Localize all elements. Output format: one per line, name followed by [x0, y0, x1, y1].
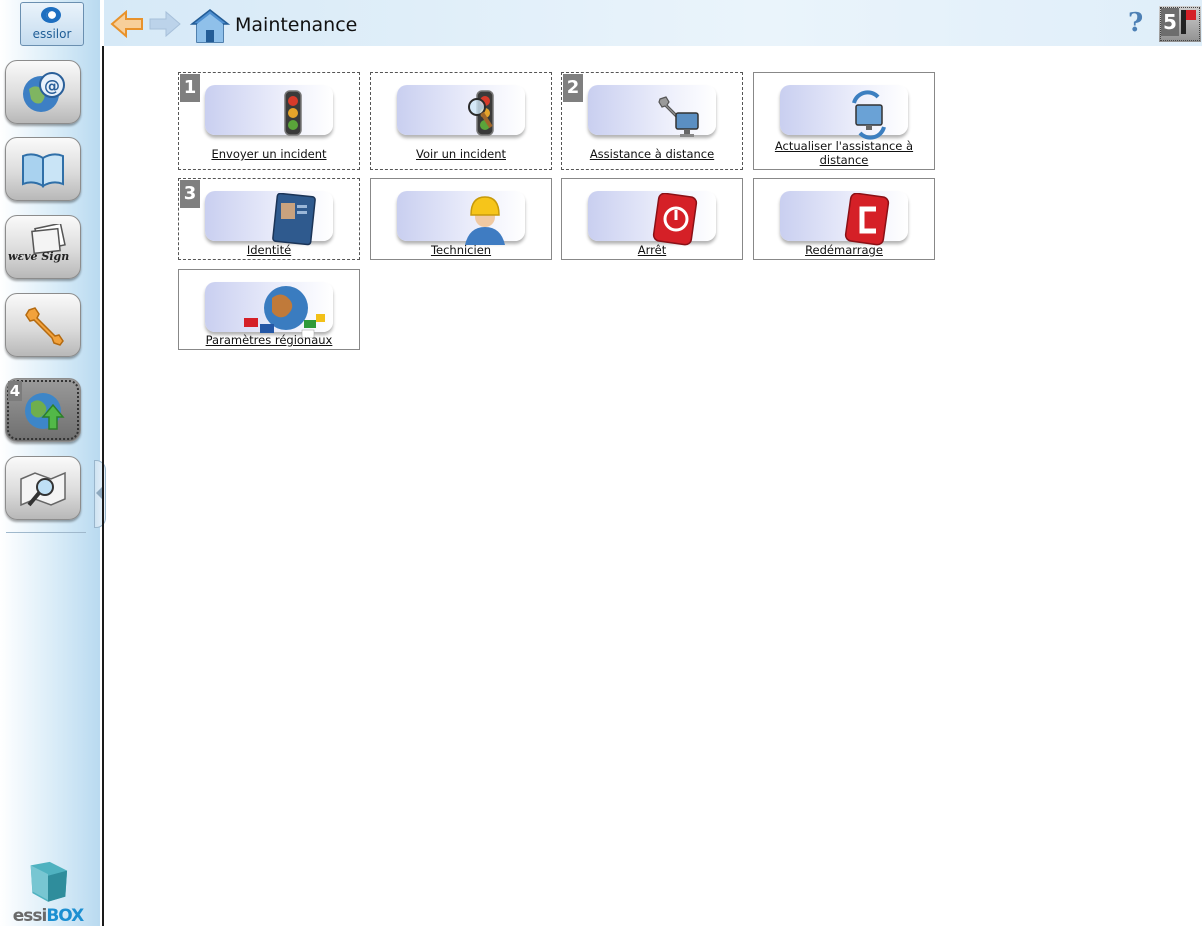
page-title: Maintenance [235, 14, 358, 36]
notification-count-badge: 5 [1161, 8, 1179, 36]
tile-technicien[interactable]: Technicien [370, 178, 552, 260]
essibox-logo: essiBOX [8, 858, 88, 926]
logo-text: essilor [32, 27, 72, 41]
tile-parametres-regionaux[interactable]: Paramètres régionaux [178, 269, 360, 350]
svg-text:@: @ [44, 76, 60, 95]
tile-badge: 2 [563, 74, 583, 102]
tile-actualiser-assistance[interactable]: Actualiser l'assistance à distance [753, 72, 935, 170]
tile-label: Redémarrage [805, 243, 883, 257]
tile-label: Arrêt [637, 243, 667, 257]
traffic-light-magnifier-icon [468, 90, 494, 136]
globe-flags-icon [244, 286, 325, 338]
sidebar-border [102, 46, 104, 926]
tile-arret[interactable]: Arrêt [561, 178, 743, 260]
restart-icon [844, 193, 890, 246]
tile-plate [205, 191, 333, 246]
tile-label: Assistance à distance [589, 147, 715, 161]
tile-plate [588, 85, 716, 137]
sidebar-item-internet[interactable]: @ [5, 60, 81, 124]
header-bar: Maintenance ? 5 [104, 0, 1202, 46]
tile-envoyer-incident[interactable]: 1 Envoyer un incident [178, 72, 360, 170]
tile-label: Technicien [430, 243, 492, 257]
traffic-light-icon [284, 90, 302, 136]
open-book-icon [22, 153, 64, 188]
tile-plate [397, 191, 525, 245]
tile-label: Envoyer un incident [211, 147, 327, 161]
tile-identite[interactable]: 3 Identité [178, 178, 360, 260]
sidebar-item-wevesign[interactable]: wεve Sign [5, 215, 81, 279]
tile-plate [205, 85, 333, 136]
sidebar: essilor @ wεve Sign 4 essiBOX [0, 0, 106, 926]
tile-label: Actualiser l'assistance à distance [774, 139, 914, 167]
flag-icon [1181, 10, 1196, 34]
essibox-brand-part1: essi [12, 906, 48, 926]
tile-plate [397, 85, 525, 136]
forward-arrow-icon[interactable] [148, 10, 182, 38]
id-card-icon [272, 193, 316, 246]
globe-at-icon: @ [23, 72, 65, 112]
essibox-cube-icon [30, 861, 68, 902]
tile-plate [588, 191, 716, 246]
wevesign-icon [31, 224, 66, 255]
sidebar-item-search[interactable] [5, 456, 81, 520]
power-off-icon [652, 193, 698, 246]
remote-assistance-icon [658, 96, 699, 137]
tile-label: Identité [246, 243, 292, 257]
wevesign-text: wεve Sign [8, 250, 70, 263]
technician-icon [465, 196, 505, 245]
home-icon[interactable] [188, 6, 232, 44]
tile-plate [205, 282, 333, 338]
sidebar-collapse-handle[interactable] [94, 460, 106, 528]
sidebar-divider [6, 532, 86, 533]
tile-plate [780, 191, 908, 246]
wrench-icon [25, 307, 64, 346]
essibox-brand: essiBOX [8, 906, 88, 926]
tile-label: Voir un incident [416, 147, 506, 161]
map-magnifier-icon [20, 471, 66, 507]
tile-assistance-distance[interactable]: 2 Assistance à distance [561, 72, 743, 170]
tile-plate [780, 85, 908, 140]
tile-label: Paramètres régionaux [205, 333, 333, 347]
essilor-eye-icon [41, 7, 61, 23]
essibox-brand-part2: BOX [46, 906, 84, 926]
notifications-button[interactable]: 5 [1159, 6, 1201, 42]
globe-upload-icon [25, 393, 65, 430]
sidebar-item-maintenance[interactable] [5, 293, 81, 357]
tile-badge: 1 [180, 74, 200, 102]
tile-redemarrage[interactable]: Redémarrage [753, 178, 935, 260]
refresh-remote-assistance-icon [852, 90, 886, 140]
essilor-logo[interactable]: essilor [20, 2, 84, 46]
sidebar-item-catalog[interactable] [5, 137, 81, 201]
tile-badge: 3 [180, 180, 200, 208]
tile-voir-incident[interactable]: Voir un incident [370, 72, 552, 170]
back-arrow-icon[interactable] [110, 10, 144, 38]
sidebar-item-update[interactable]: 4 [5, 378, 81, 442]
help-icon[interactable]: ? [1128, 8, 1150, 38]
